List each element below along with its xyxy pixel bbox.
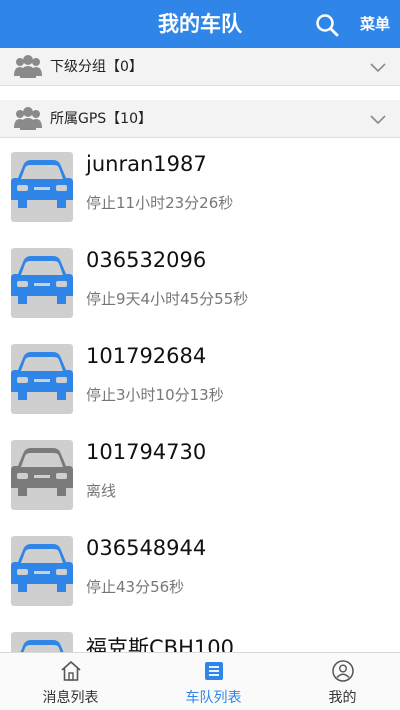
page-title: 我的车队 <box>158 12 242 36</box>
car-icon <box>11 344 73 414</box>
vehicle-list-item[interactable]: 036532096 停止9天4小时45分55秒 <box>0 236 400 332</box>
chevron-down-icon[interactable] <box>370 112 386 126</box>
tab-label: 消息列表 <box>42 690 99 706</box>
vehicle-status: 停止11小时23分26秒 <box>86 194 234 212</box>
tab-mine[interactable]: 我的 <box>276 653 400 710</box>
chevron-down-icon[interactable] <box>370 60 386 74</box>
home-icon <box>61 661 81 681</box>
group-label: 所属GPS【10】 <box>50 111 152 127</box>
vehicle-status: 停止9天4小时45分55秒 <box>86 290 249 308</box>
vehicle-status: 离线 <box>86 482 117 500</box>
car-icon <box>11 248 73 318</box>
tab-label: 车队列表 <box>185 690 242 706</box>
menu-button[interactable]: 菜单 <box>360 0 390 48</box>
group-row-subgroups[interactable]: 下级分组【0】 <box>0 48 400 86</box>
car-icon <box>11 536 73 606</box>
user-icon <box>332 660 354 682</box>
search-icon[interactable] <box>314 12 340 38</box>
group-icon <box>14 55 42 78</box>
app-header: 我的车队 菜单 <box>0 0 400 48</box>
vehicle-list-item[interactable]: 036548944 停止43分56秒 <box>0 524 400 620</box>
divider <box>0 87 400 99</box>
vehicle-list[interactable]: junran1987 停止11小时23分26秒 036532096 停止9天4小… <box>0 140 400 652</box>
vehicle-list-item[interactable]: 福克斯CBH100 <box>0 620 400 652</box>
list-icon <box>205 662 223 680</box>
group-row-gps[interactable]: 所属GPS【10】 <box>0 100 400 138</box>
car-icon <box>11 152 73 222</box>
vehicle-list-item[interactable]: junran1987 停止11小时23分26秒 <box>0 140 400 236</box>
tab-message-list[interactable]: 消息列表 <box>4 653 137 710</box>
vehicle-status: 停止3小时10分13秒 <box>86 386 224 404</box>
vehicle-name: 福克斯CBH100 <box>86 636 234 652</box>
group-label: 下级分组【0】 <box>50 59 143 75</box>
vehicle-list-item[interactable]: 101792684 停止3小时10分13秒 <box>0 332 400 428</box>
vehicle-name: 101794730 <box>86 440 207 464</box>
car-icon <box>11 632 73 652</box>
vehicle-status: 停止43分56秒 <box>86 578 185 596</box>
vehicle-name: 101792684 <box>86 344 207 368</box>
tab-fleet-list[interactable]: 车队列表 <box>147 653 280 710</box>
car-icon <box>11 440 73 510</box>
vehicle-name: junran1987 <box>86 152 207 176</box>
bottom-tab-bar: 消息列表 车队列表 我的 <box>0 652 400 710</box>
tab-label: 我的 <box>328 690 357 706</box>
vehicle-name: 036548944 <box>86 536 207 560</box>
vehicle-name: 036532096 <box>86 248 207 272</box>
group-icon <box>14 107 42 130</box>
vehicle-list-item[interactable]: 101794730 离线 <box>0 428 400 524</box>
